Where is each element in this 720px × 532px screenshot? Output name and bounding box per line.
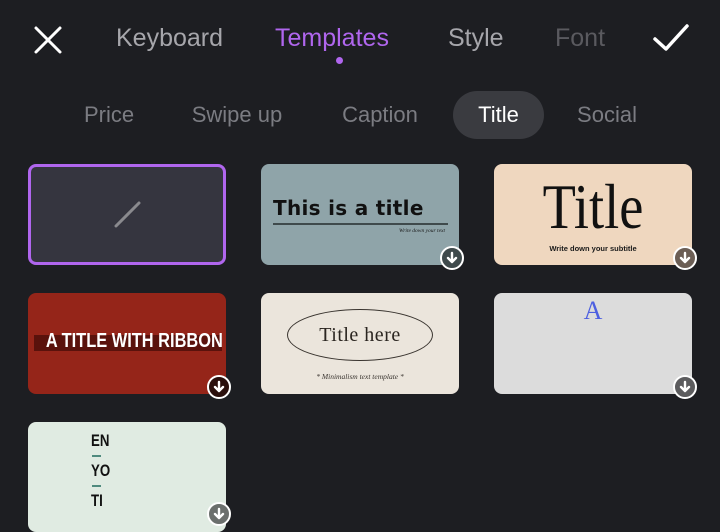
template-stacked[interactable]: EN YO TI (28, 422, 226, 532)
tab-style[interactable]: Style (448, 22, 504, 54)
template-subtitle-text: Write down your text (399, 228, 445, 234)
template-title-here[interactable]: Title here * Minimalism text template * (261, 293, 459, 394)
download-icon (213, 380, 225, 393)
checkmark-icon (653, 24, 689, 51)
template-title-text: Title here (319, 324, 401, 346)
download-icon (679, 380, 691, 393)
template-title-text: This is a title (273, 196, 424, 220)
download-icon (213, 507, 225, 520)
category-title[interactable]: Title (453, 91, 544, 139)
template-subtitle-text: * Minimalism text template * (316, 372, 404, 381)
template-line-3: TI (91, 491, 103, 510)
template-title-with-ribbon[interactable]: A TITLE WITH RIBBON (28, 293, 226, 394)
download-button[interactable] (440, 246, 464, 270)
template-line-2: YO (91, 461, 111, 480)
download-icon (446, 251, 458, 264)
template-title-serif[interactable]: Title Write down your subtitle (494, 164, 692, 265)
category-swipe-up[interactable]: Swipe up (180, 91, 294, 139)
category-caption[interactable]: Caption (330, 91, 430, 139)
download-button[interactable] (673, 246, 697, 270)
none-slash-icon (114, 201, 141, 228)
tab-templates[interactable]: Templates (275, 22, 389, 54)
confirm-button[interactable] (650, 20, 692, 56)
template-divider (273, 223, 448, 225)
template-title-text: A TITLE WITH RIBBON (45, 330, 223, 352)
template-line-dash (92, 485, 101, 487)
download-button[interactable] (207, 375, 231, 399)
download-icon (679, 251, 691, 264)
close-icon (34, 26, 62, 54)
download-button[interactable] (673, 375, 697, 399)
template-none[interactable] (28, 164, 226, 265)
tab-keyboard[interactable]: Keyboard (116, 22, 223, 54)
template-title-text: A (583, 296, 603, 325)
download-button[interactable] (207, 502, 231, 526)
top-bar: Keyboard Templates Style Font (0, 0, 720, 80)
template-this-is-a-title[interactable]: This is a title Write down your text (261, 164, 459, 265)
category-social[interactable]: Social (566, 91, 648, 139)
template-line-1: EN (91, 431, 110, 450)
close-button[interactable] (30, 22, 66, 58)
template-line-dash (92, 455, 101, 457)
template-subtitle-text: Write down your subtitle (549, 244, 637, 253)
template-letter-a[interactable]: A (494, 293, 692, 394)
template-title-text: Title (542, 171, 644, 242)
category-price[interactable]: Price (70, 91, 148, 139)
tab-font[interactable]: Font (555, 22, 605, 54)
active-tab-indicator (336, 57, 343, 64)
